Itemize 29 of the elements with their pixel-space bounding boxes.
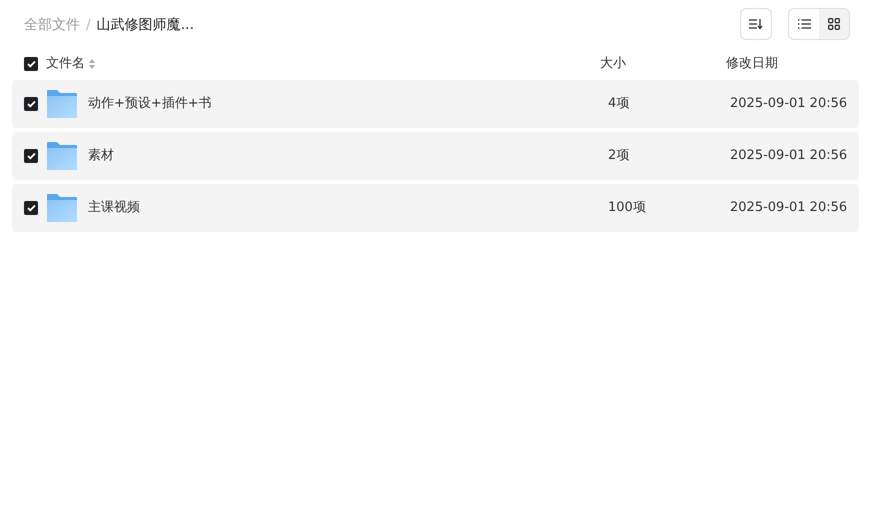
file-row[interactable]: 素材 2项 2025-09-01 20:56: [12, 132, 859, 180]
grid-view-button[interactable]: [819, 9, 849, 39]
checkbox[interactable]: [24, 201, 38, 215]
breadcrumb-current[interactable]: 山武修图师魔...: [96, 17, 194, 33]
modified-date: 2025-09-01 20:56: [730, 95, 848, 114]
file-name[interactable]: 主课视频: [88, 198, 608, 218]
file-name[interactable]: 动作+预设+插件+书: [88, 94, 608, 114]
sort-icon: [749, 18, 763, 30]
list-icon: [798, 19, 810, 29]
checkbox[interactable]: [24, 57, 38, 71]
file-size: 2项: [608, 147, 630, 166]
folder-icon: [47, 142, 77, 170]
column-header[interactable]: 大小: [600, 54, 726, 74]
column-header[interactable]: 文件名: [46, 54, 85, 74]
checkbox[interactable]: [24, 97, 38, 111]
folder-icon: [47, 90, 77, 118]
modified-date: 2025-09-01 20:56: [730, 147, 848, 166]
grid-icon: [828, 18, 840, 30]
file-size: 4项: [608, 95, 630, 114]
column-header[interactable]: 修改日期: [726, 54, 778, 74]
sort-button[interactable]: [740, 8, 772, 40]
file-row[interactable]: 动作+预设+插件+书 4项 2025-09-01 20:56: [12, 80, 859, 128]
breadcrumb-separator: /: [86, 17, 91, 33]
file-row[interactable]: 主课视频 100项 2025-09-01 20:56: [12, 184, 859, 232]
folder-icon: [47, 194, 77, 222]
file-size: 100项: [608, 199, 647, 218]
file-name[interactable]: 素材: [88, 146, 608, 166]
checkbox[interactable]: [24, 149, 38, 163]
modified-date: 2025-09-01 20:56: [730, 199, 848, 218]
